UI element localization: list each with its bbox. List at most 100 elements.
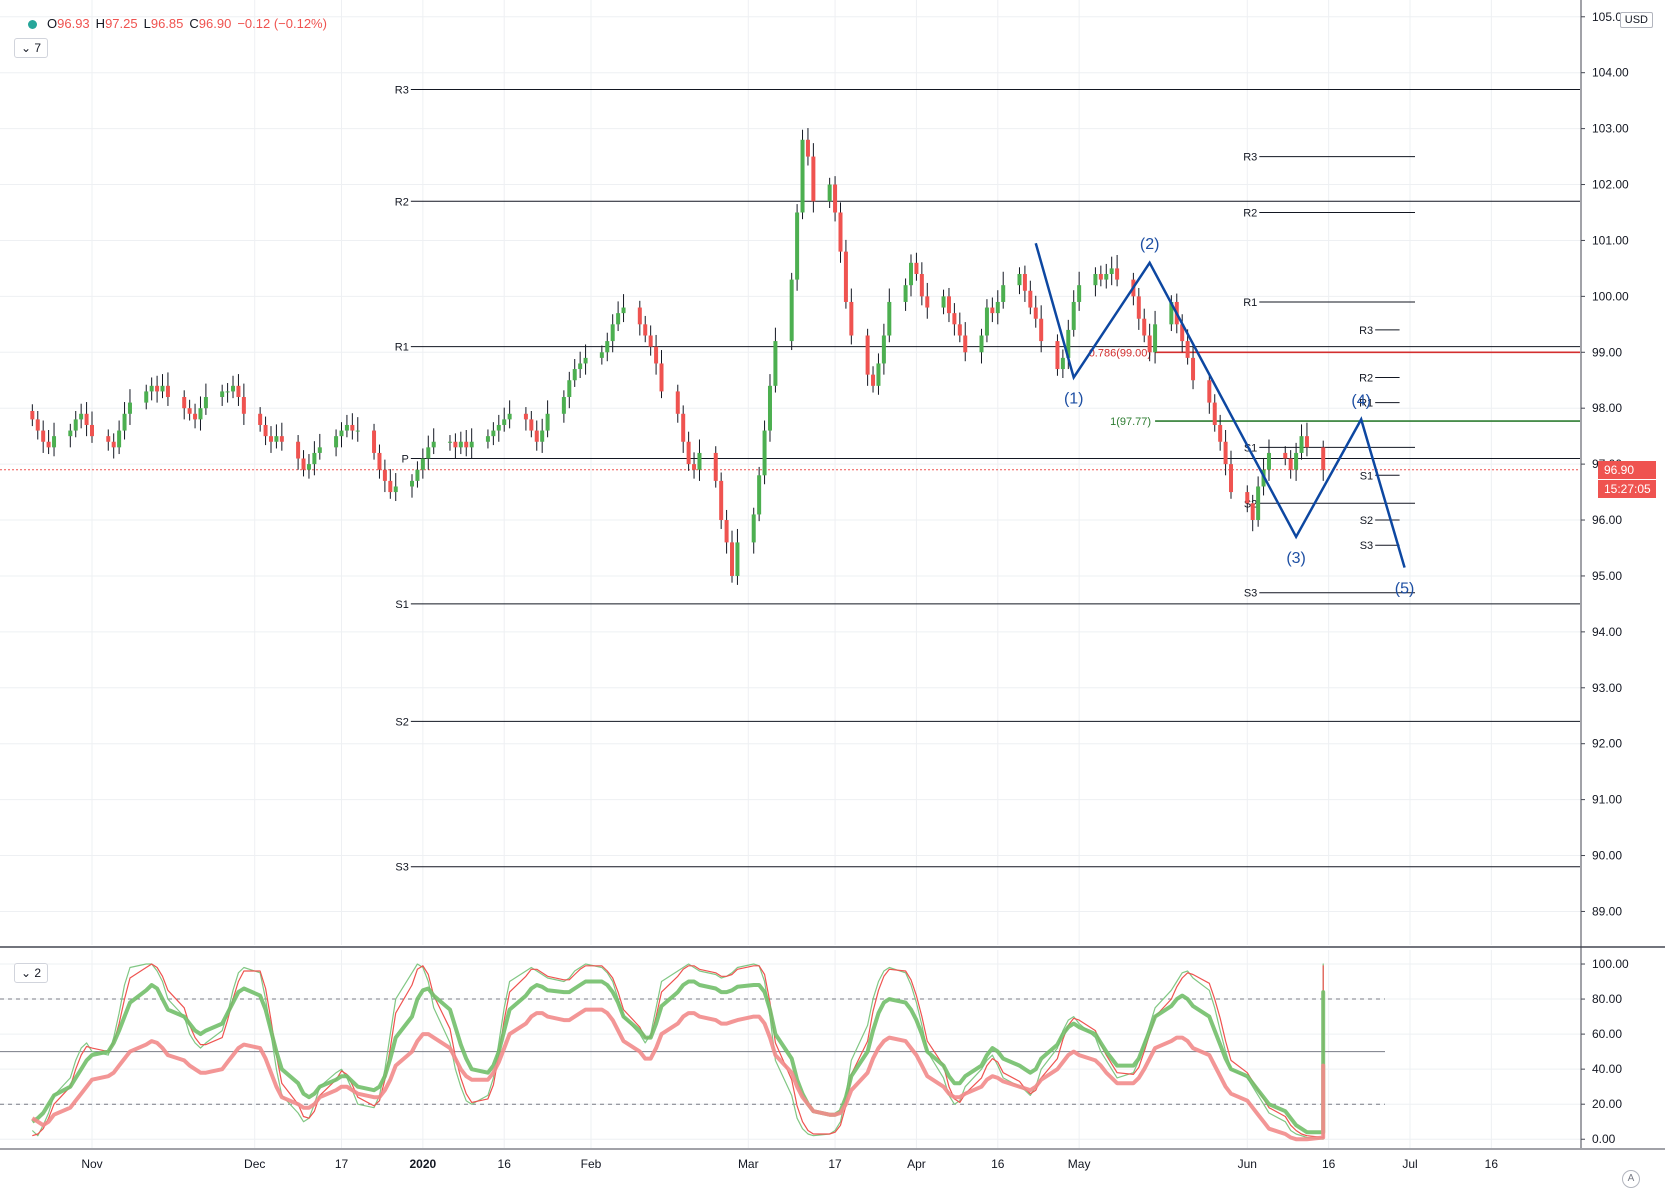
candle-body: [795, 212, 800, 280]
candle-body: [236, 385, 241, 398]
candle-body: [301, 458, 306, 470]
candle-body: [84, 413, 89, 425]
candle-body: [431, 441, 436, 448]
candle-body: [941, 296, 946, 308]
candle-body: [648, 335, 653, 347]
pivot-short-label: R3: [1359, 325, 1373, 337]
main-pane-indicator-count: 7: [34, 41, 42, 55]
candle-body: [203, 397, 208, 409]
candle-body: [388, 480, 393, 493]
elliott-wave-label: (5): [1395, 581, 1415, 598]
candle-body: [914, 262, 919, 274]
price-axis-label: 102.00: [1592, 178, 1629, 192]
candle-body: [68, 430, 73, 437]
candle-body: [187, 408, 192, 414]
candle-body: [1294, 452, 1299, 470]
chart-background: [0, 0, 1665, 1192]
candle-body: [990, 307, 995, 314]
pivot-mid-label: R3: [1243, 152, 1257, 164]
candle-body: [377, 452, 382, 470]
chevron-down-icon: ⌄: [21, 41, 32, 55]
time-axis-label: 16: [1485, 1157, 1499, 1171]
low-label: L: [143, 16, 151, 31]
time-axis-label: Apr: [907, 1157, 926, 1171]
candle-body: [540, 430, 545, 442]
candle-body: [957, 324, 962, 336]
time-axis-label: 17: [828, 1157, 842, 1171]
time-axis-label: Feb: [581, 1157, 602, 1171]
candle-body: [117, 430, 122, 448]
candle-body: [686, 441, 691, 465]
pivot-short-label: S2: [1360, 515, 1373, 527]
candle-body: [773, 341, 778, 386]
candle-body: [952, 313, 957, 325]
elliott-wave-label: (4): [1351, 392, 1371, 409]
candle-body: [909, 262, 914, 286]
candle-body: [317, 447, 322, 453]
candle-body: [458, 441, 463, 448]
price-axis-label: 99.00: [1592, 345, 1622, 359]
candle-body: [46, 441, 51, 448]
price-axis-label: 93.00: [1592, 681, 1622, 695]
candle-body: [654, 346, 659, 364]
price-axis-label: 98.00: [1592, 401, 1622, 415]
candle-body: [545, 413, 550, 431]
currency-label[interactable]: USD: [1619, 12, 1653, 28]
candle-body: [111, 441, 116, 448]
candle-body: [165, 385, 170, 398]
candle-body: [599, 352, 604, 358]
candle-body: [127, 402, 132, 414]
candle-body: [469, 441, 474, 448]
candle-body: [296, 441, 301, 459]
candle-body: [805, 139, 810, 157]
candle-body: [1288, 458, 1293, 470]
elliott-wave-label: (1): [1064, 390, 1084, 407]
candle-body: [643, 324, 648, 336]
candle-body: [865, 335, 870, 375]
candle-body: [811, 156, 816, 202]
price-axis-label: 100.00: [1592, 289, 1629, 303]
price-axis-label: 104.00: [1592, 66, 1629, 80]
candle-body: [1153, 324, 1158, 353]
close-value: 96.90: [198, 16, 232, 31]
candle-body: [182, 397, 187, 409]
osc-axis-label: 20.00: [1592, 1097, 1622, 1111]
candle-body: [751, 514, 756, 543]
candle-body: [730, 542, 735, 576]
osc-axis-label: 100.00: [1592, 957, 1629, 971]
candle-body: [241, 397, 246, 414]
candle-body: [306, 464, 311, 470]
candle-body: [1304, 436, 1309, 448]
candle-body: [355, 430, 360, 432]
pivot-short-label: S1: [1360, 470, 1373, 482]
candle-body: [984, 307, 989, 336]
candle-body: [610, 324, 615, 342]
candle-body: [410, 480, 415, 487]
candle-body: [1299, 436, 1304, 453]
elliott-wave-label: (3): [1286, 550, 1306, 567]
osc-pane-indicator-count: 2: [34, 966, 42, 980]
main-pane-indicators-button[interactable]: ⌄ 7: [14, 38, 49, 58]
candle-body: [800, 139, 805, 213]
candle-body: [567, 380, 572, 398]
price-axis-label: 91.00: [1592, 793, 1622, 807]
candle-body: [637, 307, 642, 325]
candle-body: [312, 452, 317, 465]
osc-pane-indicators-button[interactable]: ⌄ 2: [14, 963, 49, 983]
candle-body: [762, 430, 767, 476]
candle-body: [534, 430, 539, 442]
candle-body: [719, 480, 724, 521]
time-axis-label: Dec: [244, 1157, 265, 1171]
auto-scale-button[interactable]: A: [1622, 1170, 1640, 1188]
time-axis-label: May: [1068, 1157, 1091, 1171]
candle-body: [605, 341, 610, 353]
price-axis-label: 90.00: [1592, 849, 1622, 863]
candle-body: [871, 374, 876, 386]
chart-canvas[interactable]: 89.00 90.00 91.00 92.00 93.00 94.00 95.00 96.00…: [0, 0, 1665, 1192]
candle-body: [491, 430, 496, 437]
time-axis-label: Mar: [738, 1157, 759, 1171]
time-axis-label: Jul: [1402, 1157, 1417, 1171]
candle-body: [881, 335, 886, 364]
candle-body: [1185, 341, 1190, 358]
candle-body: [833, 184, 838, 213]
